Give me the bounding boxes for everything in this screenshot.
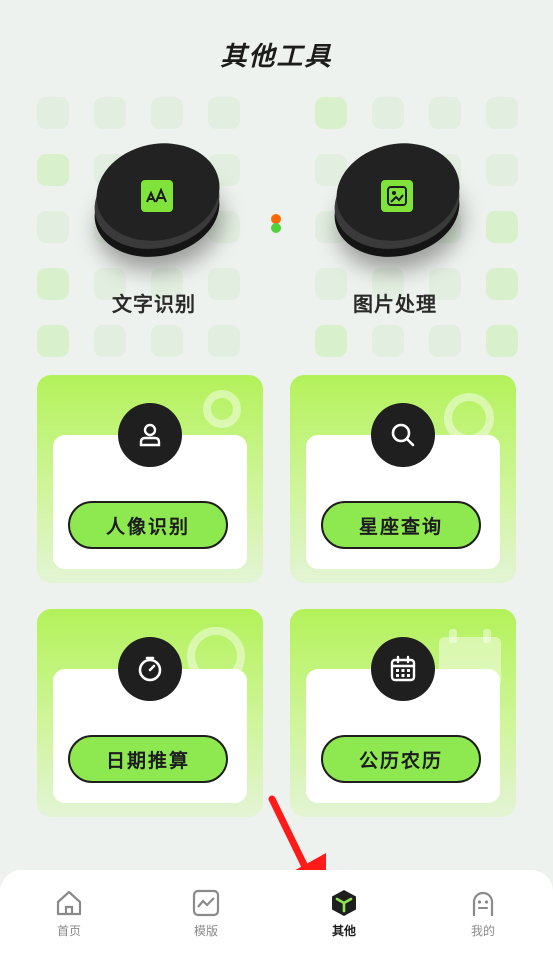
date-calculation-card[interactable]: 日期推算 <box>37 609 263 817</box>
lunar-calendar-button[interactable]: 公历农历 <box>321 735 481 783</box>
tab-home-label: 首页 <box>56 924 81 938</box>
tab-templates-label: 模版 <box>193 924 218 938</box>
image-processing-label: 图片处理 <box>353 292 437 316</box>
calendar-icon <box>371 637 435 701</box>
tab-home[interactable]: 首页 <box>39 888 99 939</box>
tab-templates[interactable]: 模版 <box>176 888 236 939</box>
profile-icon <box>472 891 494 916</box>
text-recognition-icon <box>141 180 173 212</box>
page-indicator-dots <box>271 214 281 233</box>
page-title: 其他工具 <box>220 42 333 72</box>
portrait-recognition-button[interactable]: 人像识别 <box>68 501 228 549</box>
image-processing-button[interactable] <box>325 132 469 269</box>
image-edit-icon <box>381 180 413 212</box>
text-recognition-label: 文字识别 <box>112 292 196 316</box>
tab-other-label: 其他 <box>331 924 356 938</box>
tab-profile-label: 我的 <box>470 924 495 938</box>
search-icon <box>371 403 435 467</box>
date-calculation-button[interactable]: 日期推算 <box>68 735 228 783</box>
tab-profile[interactable]: 我的 <box>453 888 513 939</box>
lunar-calendar-card[interactable]: 公历农历 <box>290 609 516 817</box>
stopwatch-icon <box>118 637 182 701</box>
template-icon <box>192 889 220 917</box>
horoscope-query-card[interactable]: 星座查询 <box>290 375 516 583</box>
person-icon <box>118 403 182 467</box>
other-icon <box>332 890 356 916</box>
horoscope-query-button[interactable]: 星座查询 <box>321 501 481 549</box>
portrait-recognition-card[interactable]: 人像识别 <box>37 375 263 583</box>
bottom-tab-bar: 首页 模版 其他 我的 <box>0 870 553 959</box>
text-recognition-button[interactable] <box>85 132 229 269</box>
tab-other[interactable]: 其他 <box>314 888 374 939</box>
home-icon <box>56 890 82 916</box>
